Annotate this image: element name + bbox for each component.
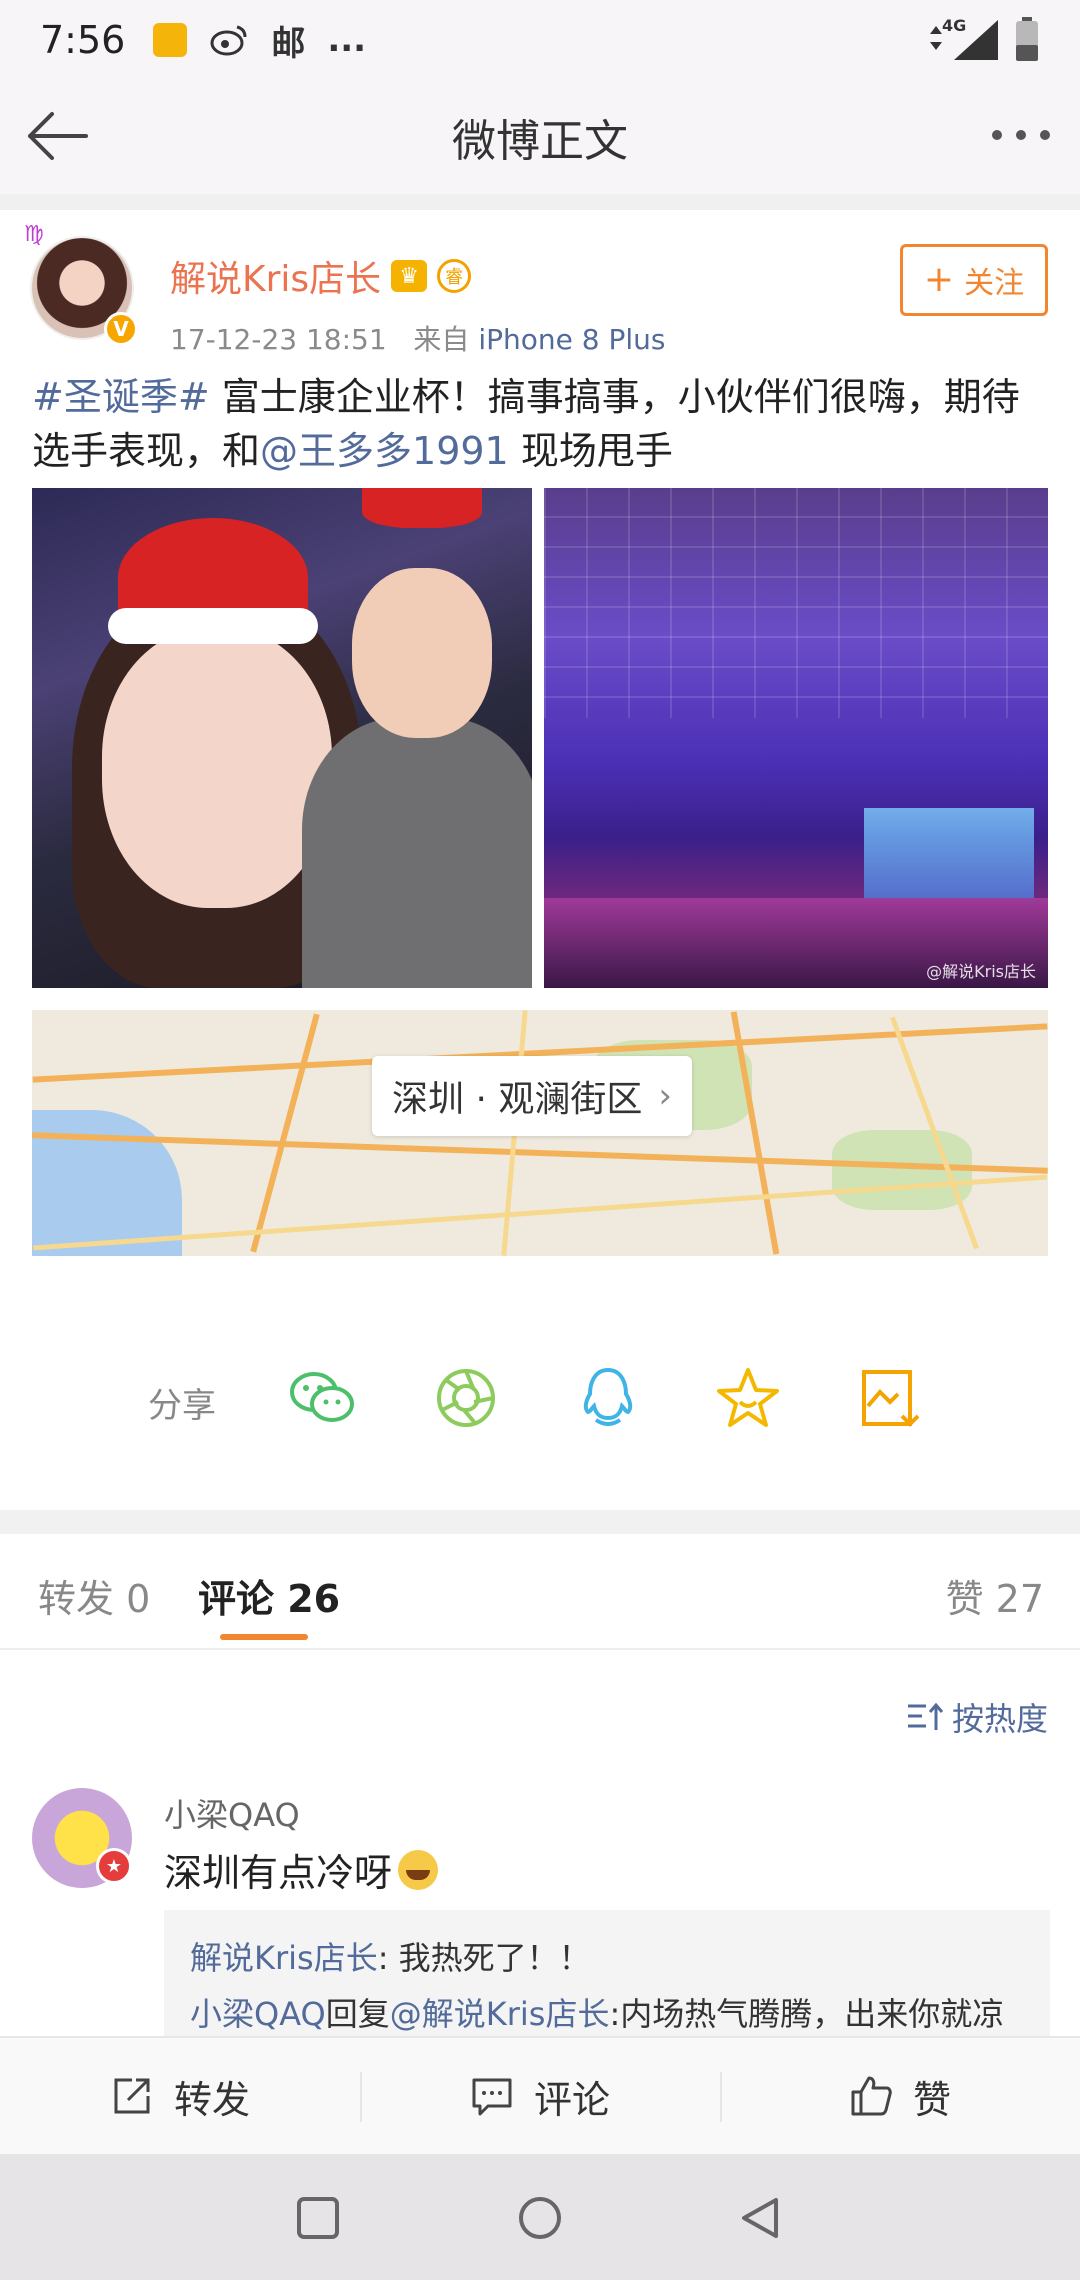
map-road-shape xyxy=(250,1013,320,1253)
save-image-icon[interactable] xyxy=(854,1362,926,1434)
repost-button[interactable]: 转发 xyxy=(0,2038,360,2154)
author-name[interactable]: 解说Kris店长 xyxy=(170,250,381,302)
member-badge-icon: ★ xyxy=(96,1848,132,1884)
vip-crown-icon: ♛ xyxy=(391,260,428,292)
sort-icon xyxy=(907,1702,944,1730)
share-label: 分享 xyxy=(148,1386,216,1426)
post-text: #圣诞季# 富士康企业杯！搞事搞事，小伙伴们很嗨，期待选手表现，和@王多多199… xyxy=(32,370,1048,478)
status-right: 4G xyxy=(924,16,1040,64)
more-notifications-icon: ... xyxy=(327,20,367,60)
sort-by-popularity[interactable]: 按热度 xyxy=(906,1694,1048,1740)
verified-badge-icon: V xyxy=(104,312,138,346)
comment-icon xyxy=(472,2078,512,2116)
post-text-part2: 现场甩手 xyxy=(508,429,673,473)
share-row: 分享 xyxy=(0,1340,1080,1460)
location-map[interactable]: 深圳 · 观澜街区 › xyxy=(32,1010,1048,1256)
commenter-name[interactable]: 小梁QAQ xyxy=(164,1790,300,1836)
ceiling-grid-shape xyxy=(544,488,1048,718)
laughing-emoji-icon xyxy=(398,1849,439,1890)
reply-connector: 回复 xyxy=(325,1995,390,2033)
gift-icon xyxy=(153,23,188,57)
favorite-icon[interactable] xyxy=(712,1362,784,1434)
active-tab-indicator xyxy=(220,1634,308,1640)
thumbs-up-icon xyxy=(851,2076,892,2116)
more-options-icon[interactable] xyxy=(992,130,1050,140)
tab-comments[interactable]: 评论 26 xyxy=(198,1568,340,1623)
reply-item: 小梁QAQ回复@解说Kris店长:内场热气腾腾，出来你就凉 xyxy=(190,1986,1024,2040)
section-divider xyxy=(0,194,1080,210)
map-water-shape xyxy=(32,1110,182,1256)
system-nav-bar xyxy=(0,2154,1080,2280)
level-badge-icon: 睿 xyxy=(437,259,472,293)
weibo-icon xyxy=(210,25,247,56)
santa-hat-shape xyxy=(362,488,482,528)
post-image-selfie[interactable] xyxy=(32,488,532,988)
recent-apps-icon[interactable] xyxy=(296,2196,340,2240)
page-title: 微博正文 xyxy=(452,116,628,167)
network-type: 4G xyxy=(942,16,967,35)
photo-shape xyxy=(352,568,492,738)
sort-label: 按热度 xyxy=(951,1700,1048,1738)
zodiac-deco-icon: ♍ xyxy=(24,222,44,247)
plus-icon: + xyxy=(923,259,955,300)
photo-shape xyxy=(102,628,332,908)
image-watermark: @解说Kris店长 xyxy=(926,962,1036,981)
post-source[interactable]: iPhone 8 Plus xyxy=(478,323,665,356)
photo-shape xyxy=(302,718,532,988)
reply-user[interactable]: 小梁QAQ xyxy=(190,1995,326,2033)
tab-likes[interactable]: 赞 27 xyxy=(946,1568,1044,1623)
mail-icon: 邮 xyxy=(271,23,306,64)
location-name: 深圳 · 观澜街区 xyxy=(392,1079,643,1120)
reply-text: : 我热死了！！ xyxy=(377,1939,591,1977)
notification-icons: 邮 ... xyxy=(153,16,366,65)
follow-label: 关注 xyxy=(964,266,1025,301)
author-name-row[interactable]: 解说Kris店长 ♛ 睿 xyxy=(170,250,472,302)
map-road-shape xyxy=(730,1011,780,1255)
repost-label: 转发 xyxy=(173,2077,250,2122)
battery-icon xyxy=(1016,17,1038,61)
title-bar: 微博正文 xyxy=(0,80,1080,194)
hashtag-link[interactable]: #圣诞季# xyxy=(32,375,210,419)
back-nav-icon[interactable] xyxy=(738,2196,782,2240)
wechat-icon[interactable] xyxy=(286,1362,358,1434)
comment-label: 评论 xyxy=(533,2077,610,2122)
status-time: 7:56 xyxy=(40,18,126,62)
section-divider xyxy=(0,1510,1080,1534)
reply-user[interactable]: 解说Kris店长 xyxy=(190,1939,378,1977)
post-image-venue[interactable]: @解说Kris店长 xyxy=(544,488,1048,988)
comment-button[interactable]: 评论 xyxy=(360,2038,720,2154)
comment-text: 深圳有点冷呀 xyxy=(164,1842,439,1897)
source-prefix: 来自 xyxy=(413,323,470,356)
back-arrow-icon[interactable] xyxy=(22,106,92,166)
map-road-shape xyxy=(33,1174,1047,1251)
qq-icon[interactable] xyxy=(572,1362,644,1434)
status-bar: 7:56 邮 ... 4G xyxy=(0,0,1080,80)
moments-icon[interactable] xyxy=(430,1362,502,1434)
santa-hat-band-shape xyxy=(108,608,318,644)
tab-repost[interactable]: 转发 0 xyxy=(38,1568,150,1623)
reply-item: 解说Kris店长: 我热死了！！ xyxy=(190,1930,1024,1986)
reply-text: :内场热气腾腾，出来你就凉 xyxy=(609,1995,1005,2033)
reply-mention[interactable]: @解说Kris店长 xyxy=(390,1995,610,2033)
mention-link[interactable]: @王多多1991 xyxy=(260,429,509,473)
bottom-action-bar: 转发 评论 赞 xyxy=(0,2036,1080,2154)
post-date: 17-12-23 18:51 xyxy=(170,323,387,356)
home-icon[interactable] xyxy=(518,2196,562,2240)
like-button[interactable]: 赞 xyxy=(720,2038,1080,2154)
chevron-right-icon: › xyxy=(658,1076,672,1116)
post-tabs: 转发 0 评论 26 赞 27 xyxy=(0,1534,1080,1650)
post-meta: 17-12-23 18:51 来自 iPhone 8 Plus xyxy=(170,318,665,358)
author-avatar[interactable]: ♍ V xyxy=(24,222,140,346)
location-tag[interactable]: 深圳 · 观澜街区 › xyxy=(372,1056,692,1136)
comment-replies[interactable]: 解说Kris店长: 我热死了！！ 小梁QAQ回复@解说Kris店长:内场热气腾腾… xyxy=(164,1910,1050,2040)
comment-body: 深圳有点冷呀 xyxy=(164,1851,393,1895)
repost-icon xyxy=(114,2078,150,2114)
follow-button[interactable]: + 关注 xyxy=(900,244,1048,316)
like-label: 赞 xyxy=(912,2077,951,2122)
